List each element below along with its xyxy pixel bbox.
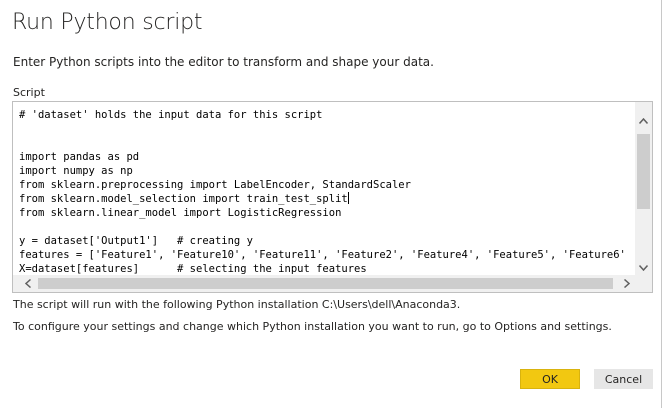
code-line-with-caret: from sklearn.model_selection import trai…	[19, 192, 637, 206]
configure-settings-text: To configure your settings and change wh…	[13, 320, 612, 333]
scroll-up-arrow-icon[interactable]	[635, 112, 652, 129]
dialog-title: Run Python script	[12, 10, 203, 35]
code-line: features = ['Feature1', 'Feature10', 'Fe…	[19, 249, 626, 261]
vertical-scrollbar[interactable]	[635, 102, 652, 276]
ok-button[interactable]: OK	[520, 369, 580, 389]
code-line: from sklearn.preprocessing import LabelE…	[19, 179, 411, 191]
code-line: from sklearn.linear_model import Logisti…	[19, 207, 342, 219]
cancel-button[interactable]: Cancel	[594, 369, 653, 389]
run-python-script-dialog: Run Python script Enter Python scripts i…	[0, 0, 662, 408]
script-editor[interactable]: # 'dataset' holds the input data for thi…	[12, 101, 653, 293]
dialog-subtitle: Enter Python scripts into the editor to …	[13, 55, 434, 69]
script-label: Script	[13, 86, 45, 99]
code-line: X=dataset[features] # selecting the inpu…	[19, 263, 367, 274]
horizontal-scrollbar[interactable]	[13, 275, 635, 292]
text-caret	[347, 192, 349, 204]
code-line: import numpy as np	[19, 165, 133, 177]
scrollbar-corner	[635, 275, 652, 292]
python-installation-text: The script will run with the following P…	[13, 298, 461, 311]
script-code-area[interactable]: # 'dataset' holds the input data for thi…	[19, 108, 637, 274]
scroll-right-arrow-icon[interactable]	[618, 275, 635, 292]
horizontal-scroll-thumb[interactable]	[38, 278, 613, 289]
code-line-text: from sklearn.model_selection import trai…	[19, 193, 348, 205]
code-line: import pandas as pd	[19, 151, 140, 163]
scroll-left-arrow-icon[interactable]	[19, 275, 36, 292]
code-line: # 'dataset' holds the input data for thi…	[19, 109, 323, 121]
code-line: y = dataset['Output1'] # creating y	[19, 235, 253, 247]
vertical-scroll-thumb[interactable]	[637, 134, 650, 209]
scroll-down-arrow-icon[interactable]	[635, 259, 652, 276]
